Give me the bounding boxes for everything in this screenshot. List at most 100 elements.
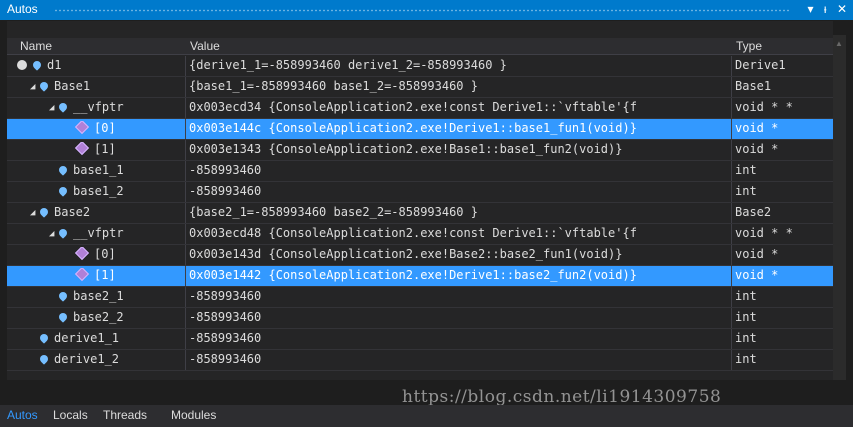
column-divider: [731, 224, 732, 244]
row-name-label: [1]: [94, 142, 116, 156]
table-row[interactable]: base2_1 -858993460 int: [7, 287, 833, 308]
row-type-cell: int: [735, 163, 757, 177]
field-icon: [57, 227, 69, 239]
root-icon: [17, 60, 27, 70]
tab-threads[interactable]: Threads: [103, 408, 147, 422]
row-value-cell[interactable]: -858993460: [189, 289, 729, 303]
table-row[interactable]: [0] 0x003e144c {ConsoleApplication2.exe!D…: [7, 119, 833, 140]
row-type-cell: void *: [735, 268, 779, 282]
column-divider: [731, 56, 732, 76]
column-divider: [731, 329, 732, 349]
tab-locals[interactable]: Locals: [53, 408, 88, 422]
vertical-scrollbar[interactable]: ▲: [833, 35, 846, 380]
column-header-type[interactable]: Type: [736, 39, 762, 53]
row-name-label: Base2: [54, 205, 91, 219]
column-divider: [185, 182, 186, 202]
table-row[interactable]: derive1_1 -858993460 int: [7, 329, 833, 350]
row-name-label: base2_1: [73, 289, 124, 303]
column-divider: [731, 245, 732, 265]
row-name-cell: [0]: [7, 247, 183, 261]
column-divider: [731, 203, 732, 223]
column-divider: [731, 140, 732, 160]
row-name-cell: ◢ __vfptr: [7, 226, 183, 240]
table-row[interactable]: ◢ __vfptr 0x003ecd48 {ConsoleApplication2.…: [7, 224, 833, 245]
row-name-cell: [1]: [7, 142, 183, 156]
row-name-label: [0]: [94, 121, 116, 135]
row-type-cell: Base1: [735, 79, 772, 93]
column-divider: [185, 266, 186, 286]
column-divider: [185, 119, 186, 139]
tab-autos[interactable]: Autos: [7, 408, 38, 422]
row-name-label: [0]: [94, 247, 116, 261]
row-value-cell[interactable]: -858993460: [189, 184, 729, 198]
vptr-icon: [74, 247, 90, 261]
column-divider: [185, 77, 186, 97]
row-name-cell: base2_1: [7, 289, 183, 303]
pin-icon[interactable]: ᵼ: [824, 2, 827, 16]
row-value-cell[interactable]: {base2_1=-858993460 base2_2=-858993460 }: [189, 205, 729, 219]
expand-arrow-icon[interactable]: ◢: [30, 208, 40, 218]
row-name-cell: ◢ Base1: [7, 79, 183, 93]
row-value-cell[interactable]: 0x003e143d {ConsoleApplication2.exe!Base…: [189, 247, 729, 261]
table-row[interactable]: d1 {derive1_1=-858993460 derive1_2=-85899…: [7, 56, 833, 77]
column-header-value[interactable]: Value: [190, 39, 220, 53]
row-value-cell[interactable]: -858993460: [189, 310, 729, 324]
table-row[interactable]: ◢ __vfptr 0x003ecd34 {ConsoleApplication2.…: [7, 98, 833, 119]
expand-arrow-icon[interactable]: ◢: [30, 82, 40, 92]
watermark-text: https://blog.csdn.net/li1914309758: [402, 387, 722, 407]
row-type-cell: int: [735, 184, 757, 198]
column-divider: [185, 224, 186, 244]
dropdown-arrow-icon[interactable]: ▾: [808, 2, 814, 16]
table-row[interactable]: ◢ Base2 {base2_1=-858993460 base2_2=-85899…: [7, 203, 833, 224]
table-row[interactable]: [1] 0x003e1343 {ConsoleApplication2.exe!B…: [7, 140, 833, 161]
row-value-cell[interactable]: 0x003ecd48 {ConsoleApplication2.exe!cons…: [189, 226, 729, 240]
column-divider: [185, 308, 186, 328]
column-divider: [185, 56, 186, 76]
row-value-cell[interactable]: {derive1_1=-858993460 derive1_2=-8589934…: [189, 58, 729, 72]
row-type-cell: int: [735, 331, 757, 345]
table-row[interactable]: base1_2 -858993460 int: [7, 182, 833, 203]
row-value-cell[interactable]: 0x003e1442 {ConsoleApplication2.exe!Deri…: [189, 268, 729, 282]
row-name-cell: ◢ __vfptr: [7, 100, 183, 114]
row-name-label: Base1: [54, 79, 91, 93]
titlebar-grip[interactable]: [54, 9, 791, 12]
row-value-cell[interactable]: -858993460: [189, 352, 729, 366]
row-name-label: __vfptr: [73, 226, 124, 240]
row-type-cell: void * *: [735, 100, 793, 114]
tab-modules[interactable]: Modules: [171, 408, 216, 422]
table-row[interactable]: [0] 0x003e143d {ConsoleApplication2.exe!B…: [7, 245, 833, 266]
row-name-cell: [1]: [7, 268, 183, 282]
column-divider: [731, 287, 732, 307]
row-value-cell[interactable]: 0x003e144c {ConsoleApplication2.exe!Deri…: [189, 121, 729, 135]
table-row[interactable]: derive1_2 -858993460 int: [7, 350, 833, 371]
row-name-label: __vfptr: [73, 100, 124, 114]
field-icon: [38, 353, 50, 365]
close-icon[interactable]: ✕: [837, 2, 847, 16]
column-header-name[interactable]: Name: [20, 39, 52, 53]
window-titlebar: Autos ▾ ᵼ ✕: [0, 0, 853, 20]
column-divider: [731, 350, 732, 370]
row-name-label: derive1_2: [54, 352, 120, 366]
row-value-cell[interactable]: {base1_1=-858993460 base1_2=-858993460 }: [189, 79, 729, 93]
row-value-cell[interactable]: 0x003ecd34 {ConsoleApplication2.exe!cons…: [189, 100, 729, 114]
table-row[interactable]: base1_1 -858993460 int: [7, 161, 833, 182]
row-name-cell: derive1_2: [7, 352, 183, 366]
row-value-cell[interactable]: -858993460: [189, 331, 729, 345]
field-icon: [57, 101, 69, 113]
row-value-cell[interactable]: -858993460: [189, 163, 729, 177]
table-row[interactable]: base2_2 -858993460 int: [7, 308, 833, 329]
column-divider: [185, 98, 186, 118]
table-row[interactable]: [1] 0x003e1442 {ConsoleApplication2.exe!D…: [7, 266, 833, 287]
row-type-cell: void *: [735, 142, 779, 156]
row-name-cell: d1: [7, 58, 183, 72]
scroll-up-icon[interactable]: ▲: [835, 39, 843, 48]
expand-arrow-icon[interactable]: ◢: [49, 103, 59, 113]
row-name-cell: base2_2: [7, 310, 183, 324]
column-divider: [185, 161, 186, 181]
expand-arrow-icon[interactable]: ◢: [49, 229, 59, 239]
row-name-cell: [0]: [7, 121, 183, 135]
field-icon: [57, 164, 69, 176]
table-row[interactable]: ◢ Base1 {base1_1=-858993460 base1_2=-85899…: [7, 77, 833, 98]
row-name-label: [1]: [94, 268, 116, 282]
row-value-cell[interactable]: 0x003e1343 {ConsoleApplication2.exe!Base…: [189, 142, 729, 156]
